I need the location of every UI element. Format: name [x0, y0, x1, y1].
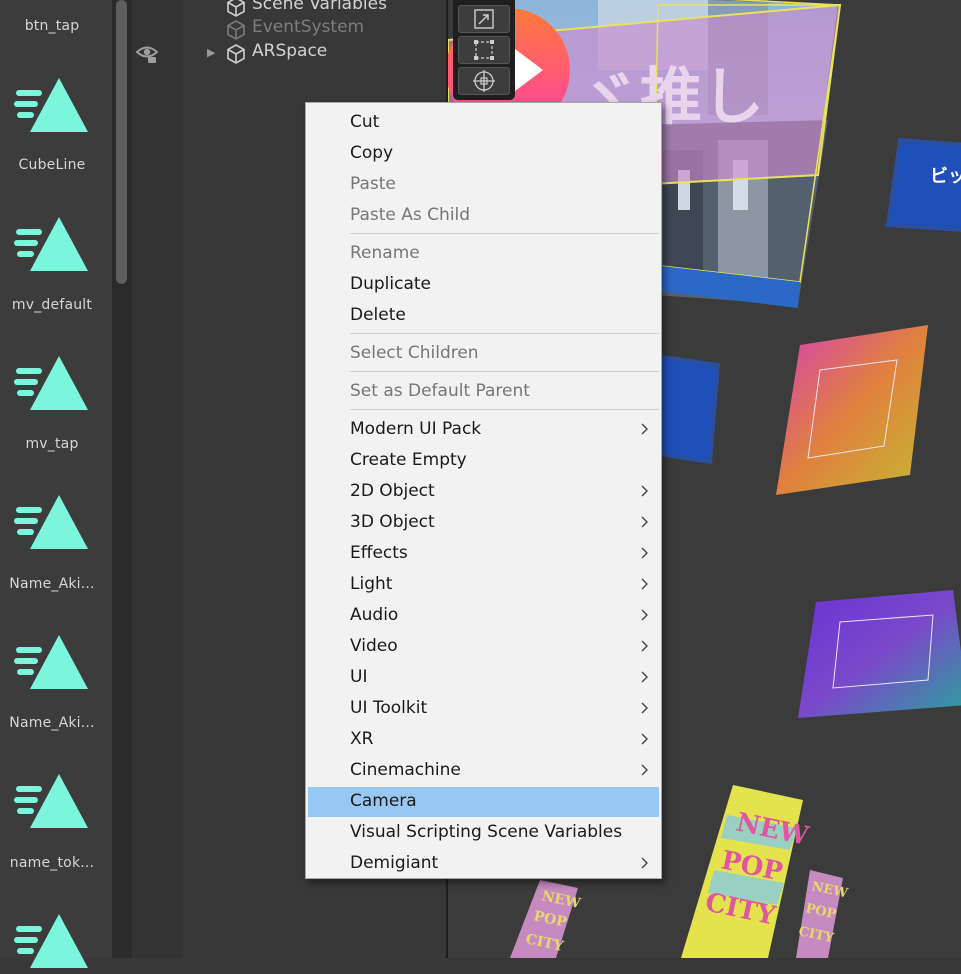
submenu-chevron-icon	[641, 485, 648, 497]
timeline-asset-icon[interactable]	[14, 912, 90, 970]
hierarchy-item[interactable]: Scene Variables	[182, 0, 448, 18]
menu-item-video[interactable]: Video	[308, 632, 659, 662]
menu-separator	[350, 409, 659, 410]
menu-item-label: UI Toolkit	[350, 698, 428, 718]
submenu-chevron-icon	[641, 423, 648, 435]
menu-item-cut[interactable]: Cut	[308, 108, 659, 138]
menu-separator	[350, 371, 659, 372]
scene-tool-strip	[453, 0, 515, 100]
menu-item-label: Modern UI Pack	[350, 419, 482, 439]
asset-label[interactable]: btn_tap	[0, 18, 104, 34]
timeline-asset-icon[interactable]	[14, 354, 90, 412]
menu-item-label: Paste	[350, 174, 396, 194]
project-panel: btn_tap CubeLine mv_default mv_tap Name_…	[0, 0, 112, 968]
menu-separator	[350, 333, 659, 334]
menu-item-create-empty[interactable]: Create Empty	[308, 446, 659, 476]
submenu-chevron-icon	[641, 640, 648, 652]
scrollbar-thumb[interactable]	[116, 0, 127, 284]
menu-item-label: Copy	[350, 143, 394, 163]
timeline-asset-icon[interactable]	[14, 76, 90, 134]
menu-item-label: Duplicate	[350, 274, 431, 294]
menu-item-label: Audio	[350, 605, 399, 625]
menu-item-ui[interactable]: UI	[308, 663, 659, 693]
submenu-chevron-icon	[641, 702, 648, 714]
timeline-asset-icon[interactable]	[14, 493, 90, 551]
menu-item-label: Delete	[350, 305, 406, 325]
menu-item-light[interactable]: Light	[308, 570, 659, 600]
hierarchy-item-label: ARSpace	[252, 41, 328, 61]
timeline-asset-icon[interactable]	[14, 772, 90, 830]
asset-label[interactable]: name_tok...	[0, 855, 104, 871]
submenu-chevron-icon	[641, 764, 648, 776]
menu-item-label: Rename	[350, 243, 420, 263]
menu-item-label: Camera	[350, 791, 417, 811]
submenu-chevron-icon	[641, 857, 648, 869]
menu-item-label: Cut	[350, 112, 380, 132]
menu-item-label: Light	[350, 574, 393, 594]
menu-item-label: Visual Scripting Scene Variables	[350, 822, 623, 842]
menu-item-audio[interactable]: Audio	[308, 601, 659, 631]
menu-item-rename[interactable]: Rename	[308, 239, 659, 269]
hierarchy-item-label: EventSystem	[252, 17, 365, 37]
hierarchy-item[interactable]: ▶ ARSpace	[182, 41, 448, 65]
gameobject-cube-icon	[226, 0, 246, 17]
hierarchy-item[interactable]: EventSystem	[182, 17, 448, 41]
scale-tool-button[interactable]	[458, 5, 510, 33]
menu-item-demigiant[interactable]: Demigiant	[308, 849, 659, 879]
menu-item-delete[interactable]: Delete	[308, 301, 659, 331]
submenu-chevron-icon	[641, 578, 648, 590]
menu-item-label: Set as Default Parent	[350, 381, 530, 401]
expand-arrow-icon[interactable]: ▶	[207, 46, 215, 59]
menu-separator	[350, 233, 659, 234]
menu-item-label: UI	[350, 667, 368, 687]
menu-item-camera[interactable]: Camera	[308, 787, 659, 817]
eye-visibility-icon[interactable]	[135, 44, 159, 64]
menu-item-visual-scripting-scene-variables[interactable]: Visual Scripting Scene Variables	[308, 818, 659, 848]
menu-item-paste-as-child[interactable]: Paste As Child	[308, 201, 659, 231]
submenu-chevron-icon	[641, 516, 648, 528]
submenu-chevron-icon	[641, 609, 648, 621]
asset-label[interactable]: mv_tap	[0, 436, 104, 452]
menu-item-label: Create Empty	[350, 450, 467, 470]
project-scrollbar[interactable]	[112, 0, 132, 958]
asset-label[interactable]: Name_Aki...	[0, 715, 104, 731]
menu-item-label: XR	[350, 729, 374, 749]
menu-item-label: Select Children	[350, 343, 479, 363]
menu-item-duplicate[interactable]: Duplicate	[308, 270, 659, 300]
menu-item-copy[interactable]: Copy	[308, 139, 659, 169]
timeline-asset-icon[interactable]	[14, 215, 90, 273]
submenu-chevron-icon	[641, 671, 648, 683]
menu-item-label: Paste As Child	[350, 205, 471, 225]
menu-item-effects[interactable]: Effects	[308, 539, 659, 569]
menu-item-2d-object[interactable]: 2D Object	[308, 477, 659, 507]
transform-tool-button[interactable]	[458, 67, 510, 95]
menu-item-modern-ui-pack[interactable]: Modern UI Pack	[308, 415, 659, 445]
timeline-asset-icon[interactable]	[14, 633, 90, 691]
menu-item-label: Video	[350, 636, 398, 656]
visibility-column	[132, 0, 182, 958]
hierarchy-item-label: Scene Variables	[252, 0, 387, 14]
submenu-chevron-icon	[641, 547, 648, 559]
menu-item-3d-object[interactable]: 3D Object	[308, 508, 659, 538]
scene-button-text: ビッ	[930, 166, 961, 187]
asset-label[interactable]: CubeLine	[0, 157, 104, 173]
asset-label[interactable]: mv_default	[0, 297, 104, 313]
menu-item-paste[interactable]: Paste	[308, 170, 659, 200]
menu-item-select-children[interactable]: Select Children	[308, 339, 659, 369]
menu-item-label: Cinemachine	[350, 760, 461, 780]
menu-item-label: Effects	[350, 543, 408, 563]
rect-tool-button[interactable]	[458, 36, 510, 64]
menu-item-xr[interactable]: XR	[308, 725, 659, 755]
gameobject-cube-icon	[226, 20, 246, 40]
gameobject-cube-icon	[226, 44, 246, 64]
menu-item-label: 3D Object	[350, 512, 435, 532]
menu-item-set-default-parent[interactable]: Set as Default Parent	[308, 377, 659, 407]
menu-item-cinemachine[interactable]: Cinemachine	[308, 756, 659, 786]
menu-item-label: 2D Object	[350, 481, 435, 501]
context-menu: Cut Copy Paste Paste As Child Rename Dup…	[305, 102, 662, 879]
asset-label[interactable]: Name_Aki...	[0, 576, 104, 592]
menu-item-label: Demigiant	[350, 853, 439, 873]
menu-item-ui-toolkit[interactable]: UI Toolkit	[308, 694, 659, 724]
submenu-chevron-icon	[641, 733, 648, 745]
